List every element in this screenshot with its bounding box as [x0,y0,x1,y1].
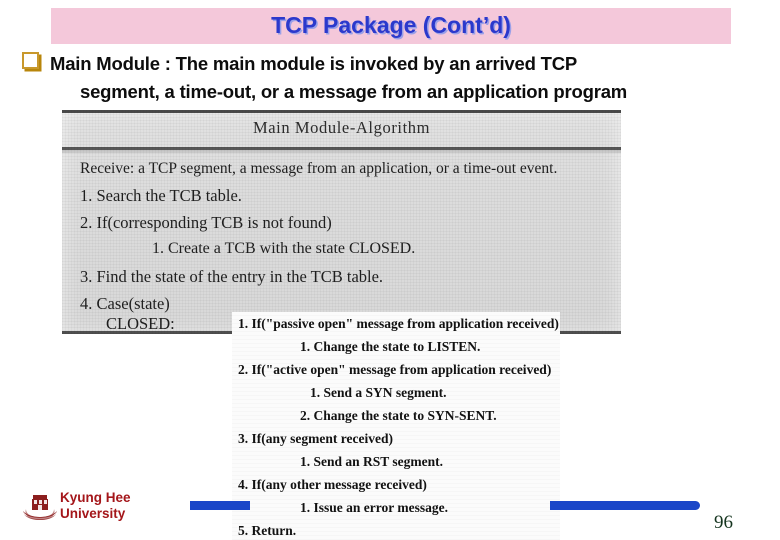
figure-heading: Main Module-Algorithm [252,118,431,137]
page-number: 96 [714,512,733,533]
algorithm-figure-main-module: Main Module-Algorithm Receive: a TCP seg… [62,110,621,334]
university-name: Kyung Hee University [60,490,131,522]
algorithm-line: 1. Send a SYN segment. [310,385,447,400]
filled-square-bullet-icon [22,52,39,69]
algorithm-line: 2. Change the state to SYN-SENT. [300,408,497,423]
algorithm-line: 1. If("passive open" message from applic… [238,316,559,331]
university-name-line-2: University [60,506,126,521]
bullet-text-line-1: Main Module : The main module is invoked… [50,53,578,74]
kyung-hee-university-logo-icon [23,495,57,520]
algorithm-line: 5. Return. [238,523,297,538]
bullet-text-line-2-wrap: segment, a time-out, or a message from a… [80,78,627,105]
algorithm-line: 3. Find the state of the entry in the TC… [80,267,384,286]
footer-accent-bar-left [190,501,250,510]
algorithm-line: 4. Case(state) [80,294,170,313]
algorithm-line: 1. Create a TCB with the state CLOSED. [152,240,416,257]
algorithm-line: 4. If(any other message received) [238,477,427,492]
footer-accent-bar-right [550,501,700,510]
page-title: TCP Package (Cont’d) [271,12,511,38]
figure-rule-under-heading [62,147,621,150]
algorithm-figure-closed-state: 1. If("passive open" message from applic… [232,312,560,540]
algorithm-line: 2. If("active open" message from applica… [238,362,552,377]
algorithm-line: 1. Change the state to LISTEN. [300,339,481,354]
slide-title-band: TCP Package (Cont’d) [51,8,731,44]
bullet-text-line-2: segment, a time-out, or a message from a… [80,81,628,102]
bullet-item: Main Module : The main module is invoked… [22,50,577,77]
algorithm-line: 1. Send an RST segment. [300,454,444,469]
algorithm-line: Receive: a TCP segment, a message from a… [80,160,558,177]
algorithm-line: 1. Issue an error message. [300,500,448,515]
algorithm-line: 2. If(corresponding TCB is not found) [80,213,332,232]
algorithm-line: 1. Search the TCB table. [80,186,242,205]
algorithm-line: 3. If(any segment received) [238,431,393,446]
university-name-line-1: Kyung Hee [60,490,131,505]
figure-rule-top [62,110,621,113]
